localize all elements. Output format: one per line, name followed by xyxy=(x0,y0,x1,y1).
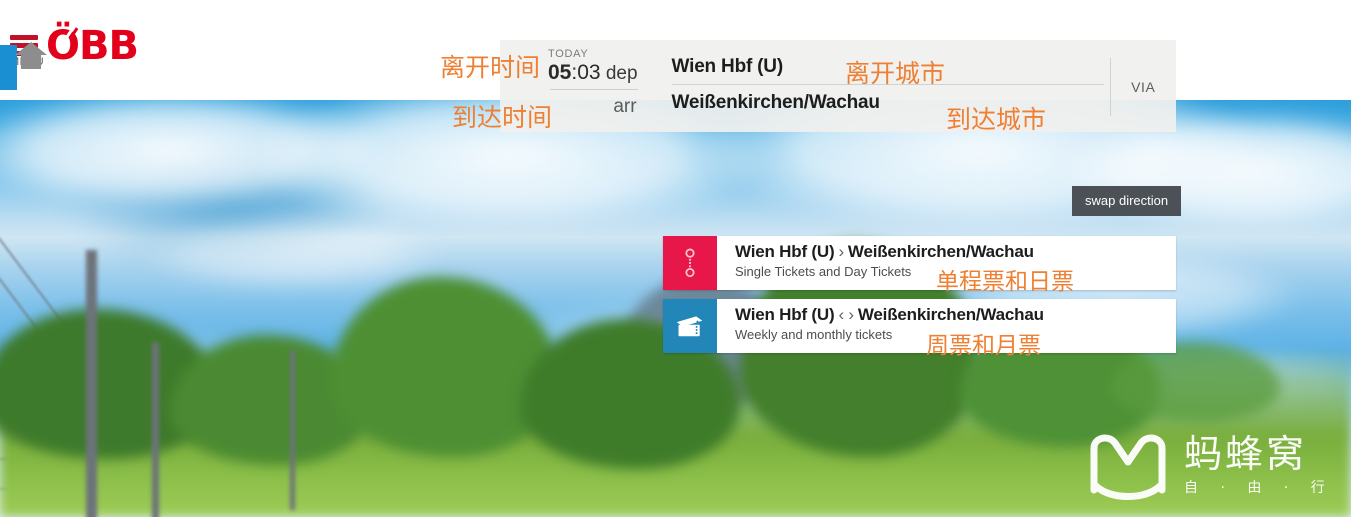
stacked-tickets-icon xyxy=(663,299,717,353)
watermark-tagline: 自 · 由 · 行 xyxy=(1184,480,1334,496)
mafengwo-watermark: 蚂蜂窝 自 · 由 · 行 xyxy=(1086,428,1334,502)
departure-suffix: dep xyxy=(600,63,638,84)
annotation-departure-time: 离开时间 xyxy=(440,53,541,82)
journey-search-panel: TODAY 05:03 dep arr Wien Hbf (U) Weißenk… xyxy=(500,40,1176,132)
app-screen: ÖÖBBBB MENU TODAY 05:03 dep arr Wien Hbf… xyxy=(0,0,1351,517)
arrival-time-field[interactable]: arr xyxy=(548,96,638,118)
departure-hour: 05 xyxy=(548,61,572,84)
date-label[interactable]: TODAY xyxy=(548,48,638,60)
departure-minute: :03 xyxy=(571,61,601,84)
card-title: Wien Hbf (U) ‹ › Weißenkirchen/Wachau xyxy=(735,305,1176,325)
home-icon[interactable] xyxy=(14,40,48,70)
card-to-station: Weißenkirchen/Wachau xyxy=(857,305,1044,324)
route-stops-icon xyxy=(663,236,717,290)
via-column[interactable]: VIA xyxy=(1109,58,1176,116)
mafengwo-logo-icon xyxy=(1090,434,1166,500)
time-divider xyxy=(550,89,638,90)
annotation-single-day-tickets: 单程票和日票 xyxy=(936,269,1074,295)
chevron-right-icon: › xyxy=(838,242,844,261)
card-from-station: Wien Hbf (U) xyxy=(735,242,835,261)
oebb-logo[interactable]: ÖÖBBBB xyxy=(46,26,139,66)
ticket-result-card[interactable]: Wien Hbf (U) › Weißenkirchen/Wachau Sing… xyxy=(663,236,1176,290)
card-from-station: Wien Hbf (U) xyxy=(735,305,835,324)
ticket-result-card[interactable]: Wien Hbf (U) ‹ › Weißenkirchen/Wachau We… xyxy=(663,299,1176,353)
annotation-departure-city: 离开城市 xyxy=(845,59,946,88)
departure-time-field[interactable]: 05:03 dep xyxy=(548,61,638,85)
swap-direction-tooltip[interactable]: swap direction xyxy=(1072,186,1182,216)
annotation-arrival-city: 到达城市 xyxy=(946,105,1047,134)
annotation-arrival-time: 到达时间 xyxy=(452,103,553,132)
card-to-station: Weißenkirchen/Wachau xyxy=(847,242,1034,261)
watermark-name: 蚂蜂窝 xyxy=(1184,432,1308,476)
chevron-both-icon: ‹ › xyxy=(838,305,854,324)
annotation-weekly-monthly-tickets: 周票和月票 xyxy=(926,333,1041,359)
card-title: Wien Hbf (U) › Weißenkirchen/Wachau xyxy=(735,242,1176,262)
via-label: VIA xyxy=(1131,79,1156,95)
